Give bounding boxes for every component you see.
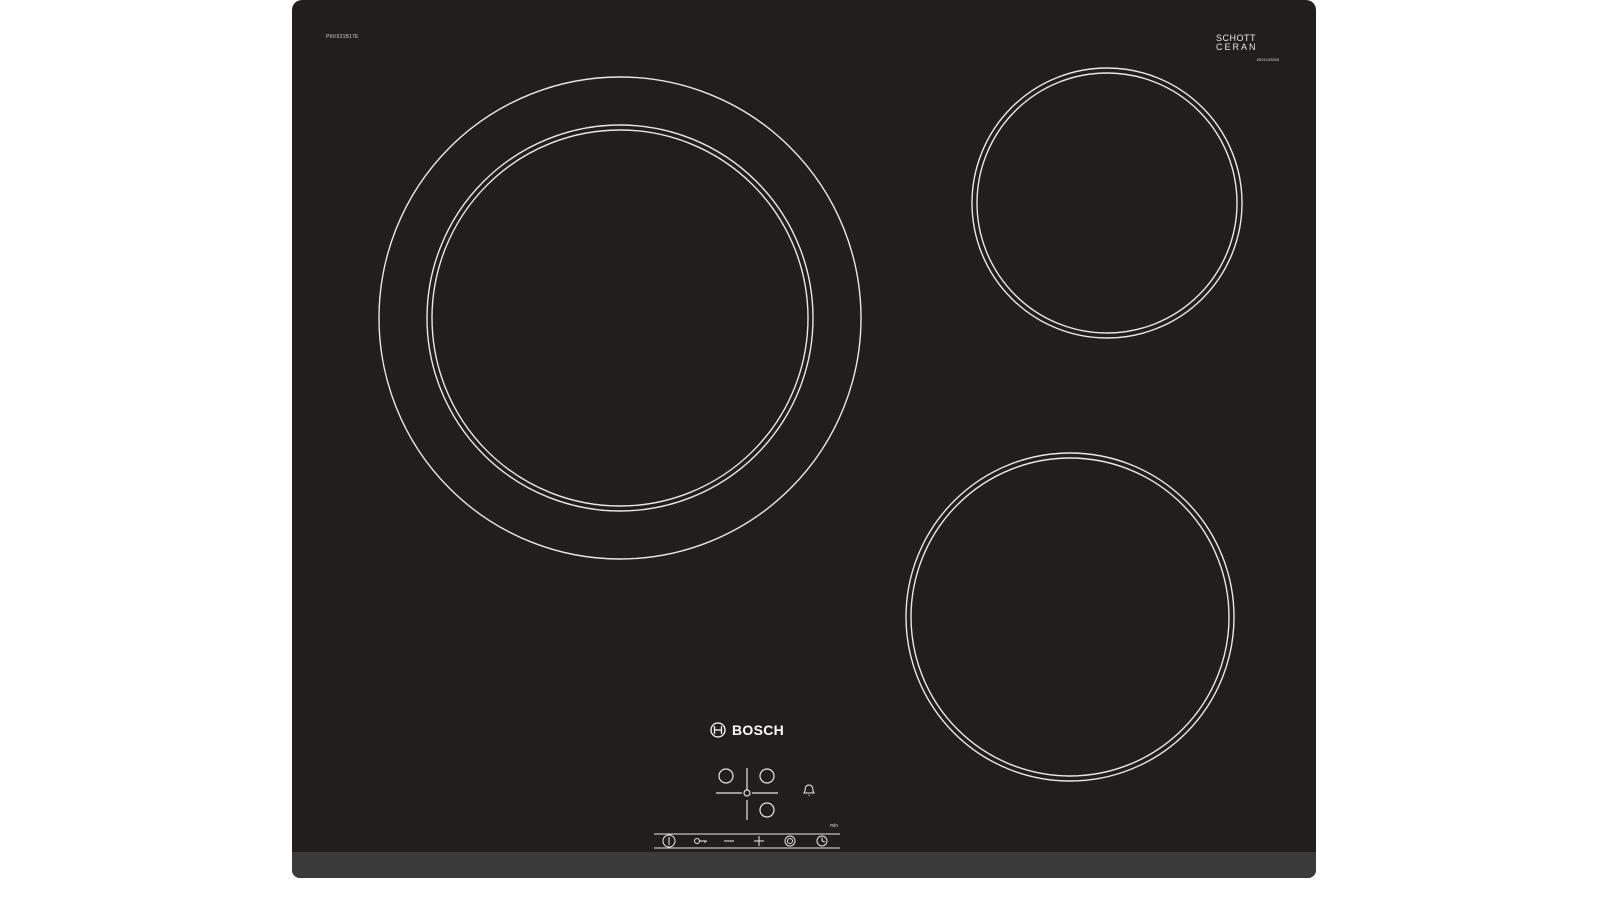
min-label: min [830, 823, 839, 829]
zone-selector-diagram [716, 768, 778, 820]
plus-button[interactable] [754, 836, 764, 846]
product-image: PKK631B17E SCHOTT CERAN 8001043838 min B… [0, 0, 1600, 900]
brand-logo: BOSCH [710, 722, 784, 738]
ceramic-hob: PKK631B17E SCHOTT CERAN 8001043838 min B… [292, 0, 1316, 878]
hob-frame-edge [292, 852, 1316, 878]
dual-zone-button[interactable] [784, 835, 796, 847]
cooking-zone-large-dual [378, 76, 862, 560]
zone-ring-outer [905, 452, 1235, 782]
bosch-armature-icon [710, 722, 726, 738]
cooking-zone-bottom-right [905, 452, 1235, 782]
zone-indicator-top-right[interactable] [759, 768, 775, 784]
zone-outer-ring [378, 76, 862, 560]
power-button[interactable] [662, 834, 676, 848]
zone-ring-inner [910, 457, 1230, 777]
zone-ring-inner [976, 72, 1238, 334]
zone-indicator-bottom-right[interactable] [759, 802, 775, 818]
zone-inner-ring-inner [431, 129, 809, 507]
bell-icon[interactable] [803, 784, 815, 796]
touch-control-bar [654, 833, 840, 849]
clock-icon [816, 835, 828, 847]
timer-button[interactable] [816, 835, 828, 847]
dual-ring-icon [784, 835, 796, 847]
center-selector[interactable] [743, 789, 751, 797]
plus-icon [754, 836, 764, 846]
zone-inner-ring-outer [426, 124, 814, 512]
key-icon [694, 838, 707, 844]
zone-indicator-top-left[interactable] [718, 768, 734, 784]
childlock-button[interactable] [694, 838, 708, 844]
cooking-zone-top-right [971, 67, 1243, 339]
cooking-zones [378, 67, 1243, 849]
brand-name: BOSCH [732, 722, 785, 738]
zone-ring-outer [971, 67, 1243, 339]
